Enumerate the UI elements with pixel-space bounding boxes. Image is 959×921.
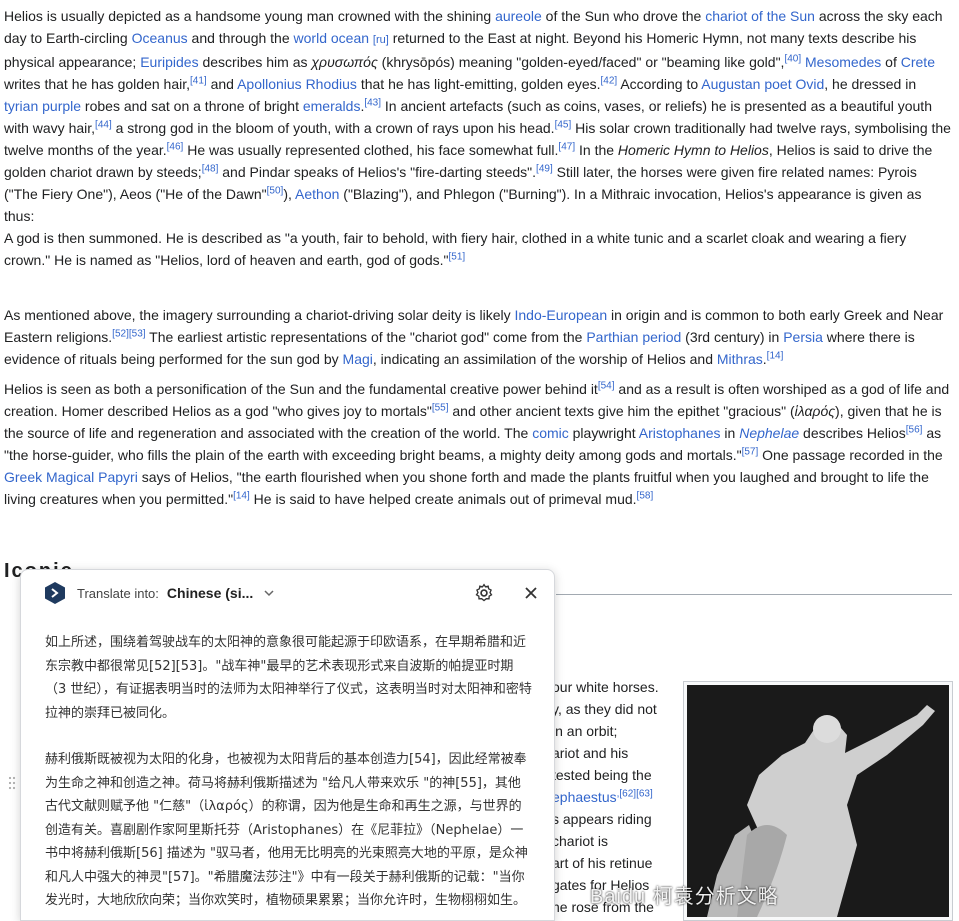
watermark-text: Baidu 柯袁分析文略	[590, 886, 779, 908]
paragraph-personification: Helios is seen as both a personification…	[4, 380, 950, 507]
blockquote-mithraic: A god is then summoned. He is described …	[4, 230, 907, 268]
link-crete[interactable]: Crete	[901, 54, 935, 70]
ref-43[interactable]: [43]	[364, 97, 381, 108]
link-euripides[interactable]: Euripides	[140, 54, 198, 70]
link-magi[interactable]: Magi	[343, 351, 373, 367]
ref-44[interactable]: [44]	[95, 119, 112, 130]
link-nephelae[interactable]: Nephelae	[739, 425, 799, 441]
greek-term-khrysopos: χρυσωπός	[311, 54, 378, 70]
ref-55[interactable]: [55]	[432, 402, 449, 413]
link-persia[interactable]: Persia	[783, 329, 823, 345]
link-aethon[interactable]: Aethon	[295, 186, 339, 202]
link-aureole[interactable]: aureole	[495, 8, 542, 24]
close-icon[interactable]	[523, 585, 539, 601]
ref-50[interactable]: [50]	[267, 185, 284, 196]
ref-53[interactable]: [53]	[129, 328, 146, 339]
ref-46[interactable]: [46]	[167, 141, 184, 152]
article-body: Helios is usually depicted as a handsome…	[4, 5, 952, 510]
gear-icon[interactable]	[474, 583, 494, 603]
heading-divider	[556, 594, 952, 595]
link-hephaestus[interactable]: ephaestus	[552, 789, 617, 805]
ref-42[interactable]: [42]	[601, 75, 618, 86]
link-indo-european[interactable]: Indo-European	[514, 307, 607, 323]
translated-paragraph: 如上所述，围绕着驾驶战车的太阳神的意象很可能起源于印欧语系，在早期希腊和近东宗教…	[45, 635, 532, 721]
ref-52[interactable]: [52]	[112, 328, 129, 339]
link-apollonius-rhodius[interactable]: Apollonius Rhodius	[237, 76, 357, 92]
ref-14[interactable]: [14]	[767, 350, 784, 361]
link-mesomedes[interactable]: Mesomedes	[805, 54, 881, 70]
translate-panel-header: Translate into: Chinese (si...	[21, 570, 554, 616]
link-world-ocean[interactable]: world ocean	[294, 30, 370, 46]
translated-paragraph: 赫利俄斯既被视为太阳的化身，也被视为太阳背后的基本创造力[54]，因此经常被奉为…	[45, 752, 528, 908]
link-comic[interactable]: comic	[532, 425, 569, 441]
link-chariot-of-the-sun[interactable]: chariot of the Sun	[705, 8, 815, 24]
paragraph-appearance: Helios is usually depicted as a handsome…	[4, 8, 951, 224]
link-mithras[interactable]: Mithras	[717, 351, 763, 367]
ref-45[interactable]: [45]	[555, 119, 572, 130]
chevron-down-icon[interactable]	[263, 587, 275, 599]
ref-49[interactable]: [49]	[536, 163, 553, 174]
link-ru-interlanguage[interactable]: [ru]	[373, 34, 389, 46]
translate-into-label: Translate into:	[77, 585, 159, 601]
ref-47[interactable]: [47]	[558, 141, 575, 152]
ref-14b[interactable]: [14]	[233, 490, 250, 501]
ref-40[interactable]: [40]	[784, 53, 801, 64]
link-parthian-period[interactable]: Parthian period	[586, 329, 681, 345]
target-language-select[interactable]: Chinese (si...	[167, 585, 253, 601]
paragraph-origins: As mentioned above, the imagery surround…	[4, 307, 944, 367]
link-ovid[interactable]: Ovid	[795, 76, 824, 92]
ref-62-63[interactable]: ,[62][63]	[617, 788, 653, 799]
ref-51[interactable]: [51]	[449, 251, 466, 262]
greek-term-hilaros: ἱλαρός	[794, 403, 836, 419]
ref-48[interactable]: [48]	[202, 163, 219, 174]
ref-54[interactable]: [54]	[598, 380, 615, 391]
ref-57[interactable]: [57]	[742, 446, 759, 457]
link-tyrian-purple[interactable]: tyrian purple	[4, 98, 81, 114]
ref-58[interactable]: [58]	[637, 490, 654, 501]
link-aristophanes[interactable]: Aristophanes	[639, 425, 721, 441]
translate-panel: Translate into: Chinese (si... 如上所述，围绕着驾…	[20, 569, 555, 921]
translation-output: 如上所述，围绕着驾驶战车的太阳神的意象很可能起源于印欧语系，在早期希腊和近东宗教…	[21, 616, 554, 913]
link-greek-magical-papyri[interactable]: Greek Magical Papyri	[4, 469, 138, 485]
title-homeric-hymn: Homeric Hymn to Helios	[617, 142, 769, 158]
ref-41[interactable]: [41]	[190, 75, 207, 86]
link-oceanus[interactable]: Oceanus	[132, 30, 188, 46]
drag-handle-icon[interactable]	[8, 776, 16, 790]
translator-logo-icon	[45, 582, 65, 604]
link-emeralds[interactable]: emeralds	[303, 98, 361, 114]
ref-56[interactable]: [56]	[906, 424, 923, 435]
link-augustan-poet[interactable]: Augustan poet	[701, 76, 791, 92]
